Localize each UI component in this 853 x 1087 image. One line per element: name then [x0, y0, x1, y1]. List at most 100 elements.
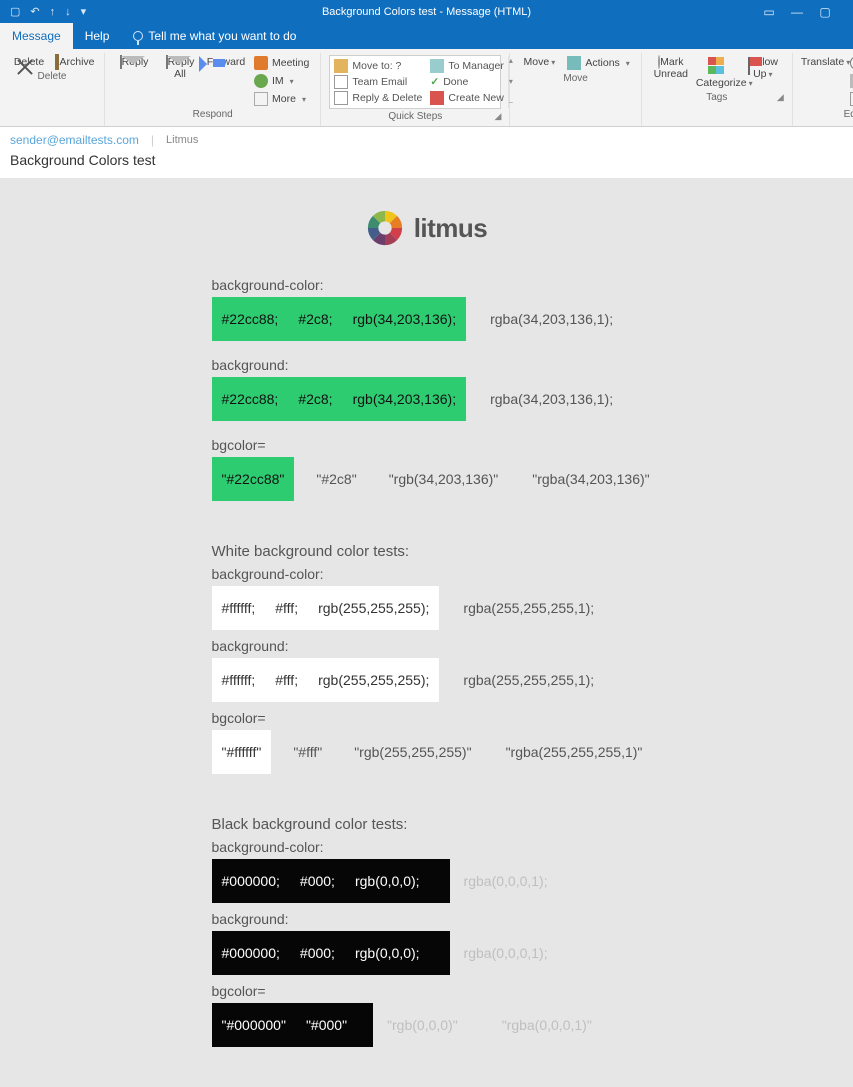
message-header: sender@emailtests.com | Litmus Backgroun… — [0, 127, 853, 179]
cell-rgb: rgb(255,255,255); — [308, 658, 439, 702]
archive-button[interactable]: Archive — [54, 55, 96, 69]
test-label: background: — [212, 911, 642, 927]
move-label: Move — [524, 56, 550, 68]
cell-rgb: rgb(34,203,136); — [343, 377, 467, 421]
test-label: bgcolor= — [212, 710, 642, 726]
translate-button[interactable]: Translate▾ — [801, 55, 843, 69]
bulb-icon — [133, 31, 143, 41]
test-row: #ffffff; #fff; rgb(255,255,255); rgba(25… — [212, 586, 642, 630]
quicksteps-gallery[interactable]: Move to: ? Team Email Reply & Delete To … — [329, 55, 501, 109]
qs-teamemail-label: Team Email — [352, 76, 407, 88]
cell-hex3: "#2c8" — [294, 457, 366, 501]
meeting-label: Meeting — [272, 57, 309, 69]
categorize-button[interactable]: Categorize▾ — [696, 55, 738, 90]
qs-done[interactable]: ✓ Done — [430, 74, 503, 90]
minimize-icon[interactable]: — — [783, 5, 811, 19]
ribbon: Delete Archive Delete Reply Reply All Fo… — [0, 49, 853, 127]
test-label: background: — [212, 638, 642, 654]
cell-hex6: "#22cc88" — [212, 457, 295, 501]
test-label: background: — [212, 357, 642, 373]
ribbon-tabs: Message Help Tell me what you want to do — [0, 23, 853, 49]
qs-tomanager-label: To Manager — [448, 60, 503, 72]
test-label: bgcolor= — [212, 437, 642, 453]
actions-button[interactable]: Actions▾ — [564, 55, 632, 71]
im-icon — [254, 74, 268, 88]
test-row: "#ffffff" "#fff" "rgb(255,255,255)" "rgb… — [212, 730, 642, 774]
group-respond: Reply Reply All Forward Meeting IM▾ More… — [105, 53, 321, 126]
window-title: Background Colors test - Message (HTML) — [0, 6, 853, 18]
cell-hex3: #000; — [290, 859, 345, 903]
group-quicksteps: Move to: ? Team Email Reply & Delete To … — [321, 53, 510, 126]
qs-tomanager[interactable]: To Manager — [430, 58, 503, 74]
sender-email[interactable]: sender@emailtests.com — [10, 133, 139, 147]
group-tags-label: Tags◢ — [650, 90, 784, 105]
save-icon[interactable]: ▢ — [10, 5, 20, 18]
qs-done-label: Done — [443, 76, 468, 88]
cell-hex3: #2c8; — [288, 297, 342, 341]
more-label: More — [272, 93, 296, 105]
dialog-launcher-icon[interactable]: ◢ — [777, 92, 784, 103]
window-controls: ▭ — ▢ — [755, 5, 853, 19]
test-row: #ffffff; #fff; rgb(255,255,255); rgba(25… — [212, 658, 642, 702]
logo-text: litmus — [414, 213, 488, 244]
archive-label: Archive — [59, 56, 94, 68]
tab-tellme-label: Tell me what you want to do — [148, 29, 296, 43]
group-respond-label: Respond — [113, 107, 312, 122]
meeting-button[interactable]: Meeting — [251, 55, 312, 71]
im-button[interactable]: IM▾ — [251, 73, 312, 89]
up-icon[interactable]: ↑ — [50, 6, 56, 18]
markunread-button[interactable]: Mark Unread — [650, 55, 692, 80]
cell-hex3: #000; — [290, 931, 345, 975]
select-button[interactable]: Select▾ — [847, 91, 853, 107]
cell-hex6: #22cc88; — [212, 377, 289, 421]
test-label: background-color: — [212, 566, 642, 582]
replyall-button[interactable]: Reply All — [159, 55, 201, 80]
tab-message[interactable]: Message — [0, 23, 73, 49]
qs-createnew[interactable]: Create New — [430, 90, 503, 106]
maximize-icon[interactable]: ▢ — [811, 5, 839, 19]
followup-button[interactable]: Follow Up▾ — [742, 55, 784, 80]
more-button[interactable]: More▾ — [251, 91, 312, 107]
reply-button[interactable]: Reply — [113, 55, 155, 69]
qs-teamemail[interactable]: Team Email — [334, 74, 422, 90]
qs-replydelete-label: Reply & Delete — [352, 92, 422, 104]
cell-hex6: #ffffff; — [212, 586, 266, 630]
group-tags: Mark Unread Categorize▾ Follow Up▾ Tags◢ — [642, 53, 793, 126]
message-subject: Background Colors test — [10, 152, 843, 168]
cell-hex6: #000000; — [212, 931, 290, 975]
cell-rgba: rgba(0,0,0,1); — [450, 859, 558, 903]
tab-help[interactable]: Help — [73, 23, 122, 49]
test-label: bgcolor= — [212, 983, 642, 999]
tab-tellme[interactable]: Tell me what you want to do — [121, 23, 308, 49]
forward-button[interactable]: Forward — [205, 55, 247, 69]
qs-replydelete[interactable]: Reply & Delete — [334, 90, 422, 106]
translate-label: Translate — [801, 56, 844, 68]
cell-rgba: rgba(255,255,255,1); — [439, 658, 604, 702]
cell-rgba: rgba(34,203,136,1); — [466, 297, 623, 341]
cell-rgb: "rgb(0,0,0)" — [373, 1003, 468, 1047]
qs-moveto[interactable]: Move to: ? — [334, 58, 422, 74]
down-icon[interactable]: ↓ — [65, 6, 71, 18]
sender-name: Litmus — [166, 134, 198, 146]
reply-icon — [120, 55, 122, 69]
cell-hex6: #000000; — [212, 859, 290, 903]
qat-more-icon[interactable]: ▾ — [81, 5, 87, 18]
related-button[interactable]: Related▾ — [847, 73, 853, 89]
qs-moveto-label: Move to: ? — [352, 60, 401, 72]
undo-icon[interactable]: ↶ — [30, 5, 39, 18]
cell-rgb: rgb(0,0,0); — [345, 859, 450, 903]
delete-button[interactable]: Delete — [8, 55, 50, 69]
test-row: #000000; #000; rgb(0,0,0); rgba(0,0,0,1)… — [212, 859, 642, 903]
cell-hex6: #ffffff; — [212, 658, 266, 702]
respond-stack: Meeting IM▾ More▾ — [251, 55, 312, 107]
move-button[interactable]: Move▾ — [518, 55, 560, 69]
find-button[interactable]: Find — [847, 55, 853, 71]
replyall-icon — [166, 55, 168, 69]
dialog-launcher-icon[interactable]: ◢ — [494, 111, 501, 122]
cell-rgb: rgb(0,0,0); — [345, 931, 450, 975]
check-icon: ✓ — [430, 76, 439, 88]
categorize-icon — [708, 57, 726, 75]
folder-icon — [334, 59, 348, 73]
cell-rgba: rgba(0,0,0,1); — [450, 931, 558, 975]
ribbon-collapse-icon[interactable]: ▭ — [755, 5, 783, 19]
